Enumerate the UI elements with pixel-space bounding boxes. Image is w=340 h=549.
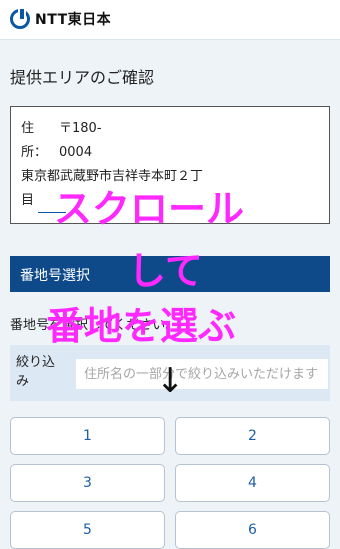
banchi-button-5[interactable]: 5 bbox=[10, 511, 165, 549]
filter-input[interactable] bbox=[76, 359, 328, 389]
section-heading: 番地号選択 bbox=[10, 256, 330, 292]
address-box: 住 〒180- 所： 0004 東京都武蔵野市吉祥寺本町２丁 目 bbox=[10, 106, 330, 224]
postal-code-2: 0004 bbox=[59, 145, 93, 160]
address-label-2: 所： bbox=[21, 145, 48, 160]
banchi-button-6[interactable]: 6 bbox=[175, 511, 330, 549]
banchi-button-4[interactable]: 4 bbox=[175, 464, 330, 502]
address-postal-row-2: 所： 0004 bbox=[21, 141, 319, 165]
instruction-text: 番地号を選択してください。 bbox=[10, 318, 179, 333]
header: NTT東日本 bbox=[0, 0, 340, 40]
address-line-2: 目 bbox=[21, 189, 319, 213]
banchi-button-1[interactable]: 1 bbox=[10, 417, 165, 455]
address-input-underline bbox=[38, 197, 67, 213]
postal-code-1: 〒180- bbox=[59, 121, 102, 136]
banchi-button-2[interactable]: 2 bbox=[175, 417, 330, 455]
down-arrow-icon: ↓ bbox=[156, 361, 185, 401]
ntt-logo-icon bbox=[10, 9, 30, 29]
ntt-logo[interactable]: NTT東日本 bbox=[10, 9, 111, 29]
address-line: 東京都武蔵野市吉祥寺本町２丁 bbox=[21, 169, 204, 184]
logo-text: NTT東日本 bbox=[35, 12, 112, 28]
address-label-1: 住 bbox=[21, 121, 35, 136]
address-postal-row: 住 〒180- bbox=[21, 117, 319, 141]
address-line-2-text: 目 bbox=[21, 193, 35, 208]
filter-label: 絞り込み bbox=[16, 355, 56, 389]
page-title: 提供エリアのご確認 bbox=[10, 68, 155, 87]
banchi-button-3[interactable]: 3 bbox=[10, 464, 165, 502]
